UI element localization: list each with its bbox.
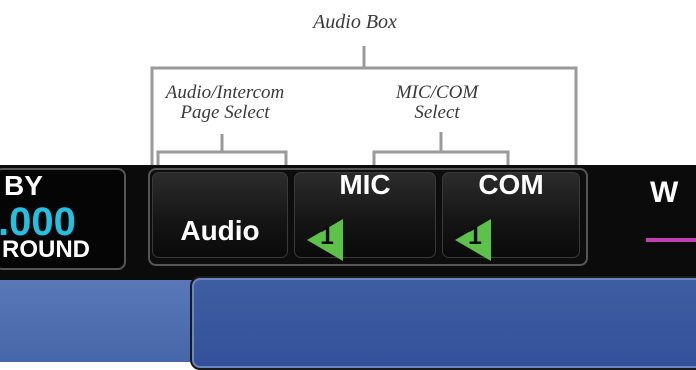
com-select-button[interactable]: COM 1: [442, 169, 580, 261]
mic-indicator: 1: [305, 218, 345, 262]
audio-box-bracket: [150, 66, 578, 174]
com-button-label: COM: [478, 169, 544, 200]
right-window-label: W: [650, 176, 679, 209]
standby-label: BY: [4, 170, 43, 201]
com-indicator-number: 1: [468, 222, 482, 250]
audio-page-button[interactable]: Audio: [152, 172, 288, 258]
bottom-window: [190, 276, 696, 370]
magenta-line: [646, 238, 696, 242]
mic-indicator-number: 1: [320, 222, 334, 250]
mic-select-button[interactable]: MIC 1: [294, 169, 436, 261]
audio-page-bracket: [156, 150, 288, 166]
standby-station-label: ROUND: [2, 236, 90, 263]
standby-frequency-window[interactable]: BY .000 ROUND: [0, 168, 126, 270]
com-indicator: 1: [453, 218, 493, 262]
mic-button-label: MIC: [339, 169, 391, 200]
callout-brackets: [150, 46, 578, 174]
mic-com-bracket: [372, 150, 510, 166]
audio-button-label: Audio: [180, 215, 260, 246]
